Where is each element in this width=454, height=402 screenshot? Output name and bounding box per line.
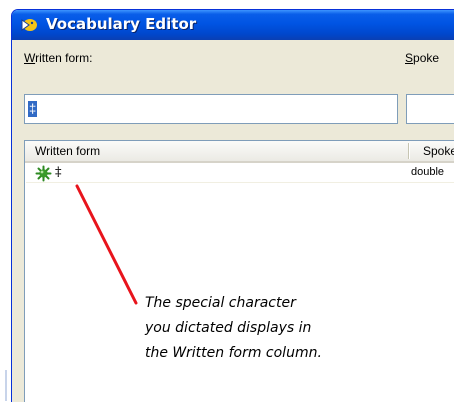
annotation-line-1: The special character [145,295,296,311]
annotation-line-3: the Written form column. [145,345,322,361]
annotation-callout: The special character you dictated displ… [145,291,415,366]
annotation-line-2: you dictated displays in [145,320,312,336]
